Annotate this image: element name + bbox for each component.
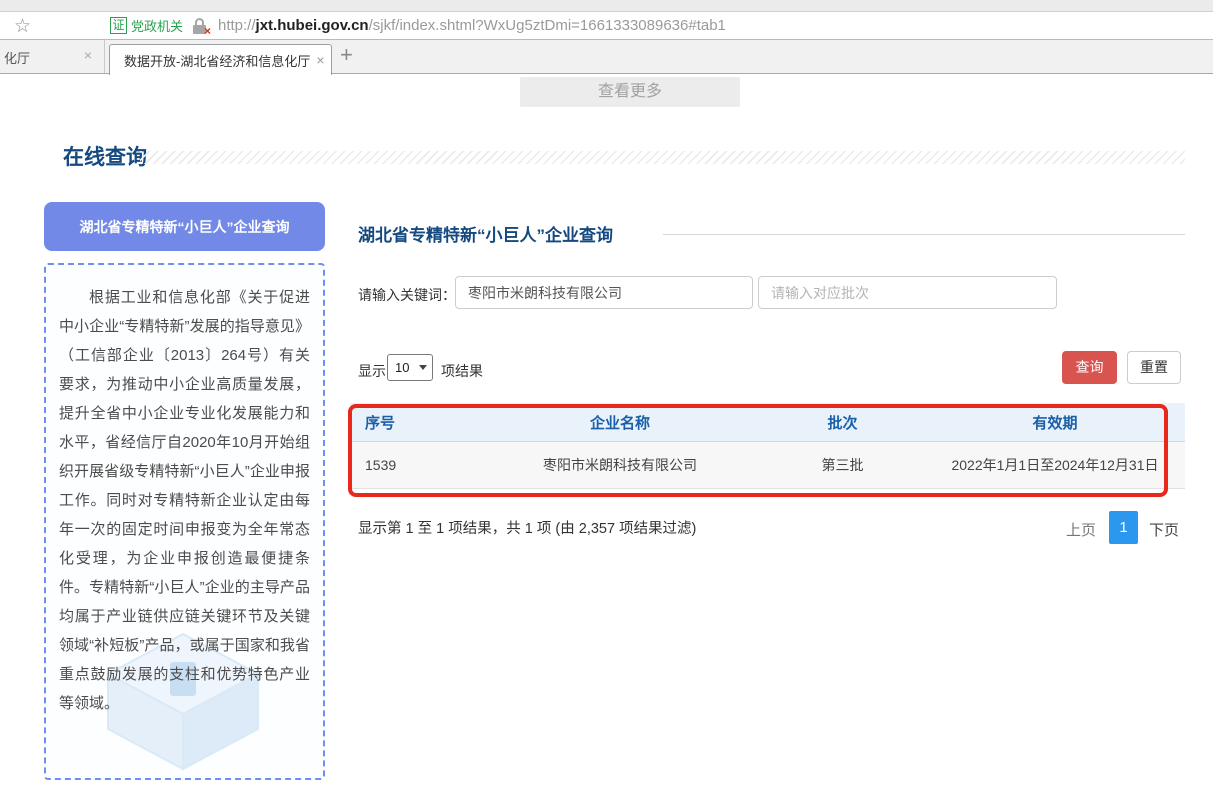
page-size-select[interactable]: 10 <box>387 354 433 381</box>
sidebar-intro-text: 根据工业和信息化部《关于促进中小企业“专精特新”发展的指导意见》（工信部企业〔2… <box>46 265 323 718</box>
cell-company: 枣阳市米朗科技有限公司 <box>480 442 760 488</box>
sidebar-query-tab[interactable]: 湖北省专精特新“小巨人”企业查询 <box>44 202 325 251</box>
cell-seq: 1539 <box>350 442 480 488</box>
url-path: /sjkf/index.shtml?WxUg5ztDmi=16613330896… <box>369 17 726 34</box>
url-scheme: http:// <box>218 17 256 34</box>
pagination-prev[interactable]: 上页 <box>1066 519 1096 540</box>
page-size-prefix-label: 显示 <box>358 361 386 381</box>
table-row: 1539 枣阳市米朗科技有限公司 第三批 2022年1月1日至2024年12月3… <box>350 442 1185 489</box>
site-cert-badge[interactable]: 证 党政机关 <box>110 16 183 35</box>
tab-active-close-icon[interactable]: × <box>316 52 324 68</box>
page-size-suffix-label: 项结果 <box>441 361 483 381</box>
bookmark-star-icon[interactable]: ☆ <box>14 15 31 38</box>
insecure-lock-icon: × <box>193 18 206 34</box>
results-info-text: 显示第 1 至 1 项结果，共 1 项 (由 2,357 项结果过滤) <box>358 516 730 543</box>
cert-label: 党政机关 <box>131 16 183 35</box>
lock-cross-icon: × <box>204 24 211 38</box>
header-company: 企业名称 <box>480 403 760 441</box>
cert-icon: 证 <box>110 17 127 34</box>
tab-background-title: 化厅 <box>4 48 30 67</box>
url-domain: jxt.hubei.gov.cn <box>256 17 369 34</box>
tab-active-title: 数据开放-湖北省经济和信息化厅 <box>124 51 310 70</box>
window-top-strip <box>0 0 1213 12</box>
tab-active[interactable]: 数据开放-湖北省经济和信息化厅 × <box>109 44 332 75</box>
new-tab-button[interactable]: + <box>340 42 353 68</box>
page-size-value: 10 <box>395 360 409 375</box>
browser-window: ☆ 证 党政机关 × http://jxt.hubei.gov.cn/sjkf/… <box>0 0 1213 793</box>
cell-batch: 第三批 <box>760 442 925 488</box>
chevron-down-icon <box>419 365 427 370</box>
sidebar-intro-panel: 根据工业和信息化部《关于促进中小企业“专精特新”发展的指导意见》（工信部企业〔2… <box>44 263 325 780</box>
tab-background-close-icon[interactable]: × <box>84 47 92 63</box>
search-button[interactable]: 查询 <box>1062 351 1117 384</box>
keyword-input[interactable] <box>455 276 753 309</box>
pagination-next[interactable]: 下页 <box>1149 519 1179 540</box>
tab-strip: 化厅 × 数据开放-湖北省经济和信息化厅 × + <box>0 40 1213 74</box>
reset-button[interactable]: 重置 <box>1127 351 1181 384</box>
url-field[interactable]: http://jxt.hubei.gov.cn/sjkf/index.shtml… <box>218 17 726 34</box>
results-table: 序号 企业名称 批次 有效期 1539 枣阳市米朗科技有限公司 第三批 2022… <box>350 403 1185 489</box>
header-seq: 序号 <box>350 403 480 441</box>
pagination-current-page[interactable]: 1 <box>1109 511 1138 544</box>
tab-background[interactable]: 化厅 × <box>0 40 105 73</box>
address-bar: ☆ 证 党政机关 × http://jxt.hubei.gov.cn/sjkf/… <box>0 12 1213 40</box>
header-batch: 批次 <box>760 403 925 441</box>
cell-validity: 2022年1月1日至2024年12月31日 <box>925 442 1185 488</box>
query-panel-title: 湖北省专精特新“小巨人”企业查询 <box>358 221 613 246</box>
title-divider <box>663 234 1185 235</box>
section-title-stripes <box>140 151 1185 164</box>
view-more-button[interactable]: 查看更多 <box>520 77 740 107</box>
section-title: 在线查询 <box>63 141 147 171</box>
keyword-label: 请输入关键词： <box>358 285 456 305</box>
table-header-row: 序号 企业名称 批次 有效期 <box>350 403 1185 442</box>
batch-input[interactable] <box>758 276 1057 309</box>
header-validity: 有效期 <box>925 403 1185 441</box>
